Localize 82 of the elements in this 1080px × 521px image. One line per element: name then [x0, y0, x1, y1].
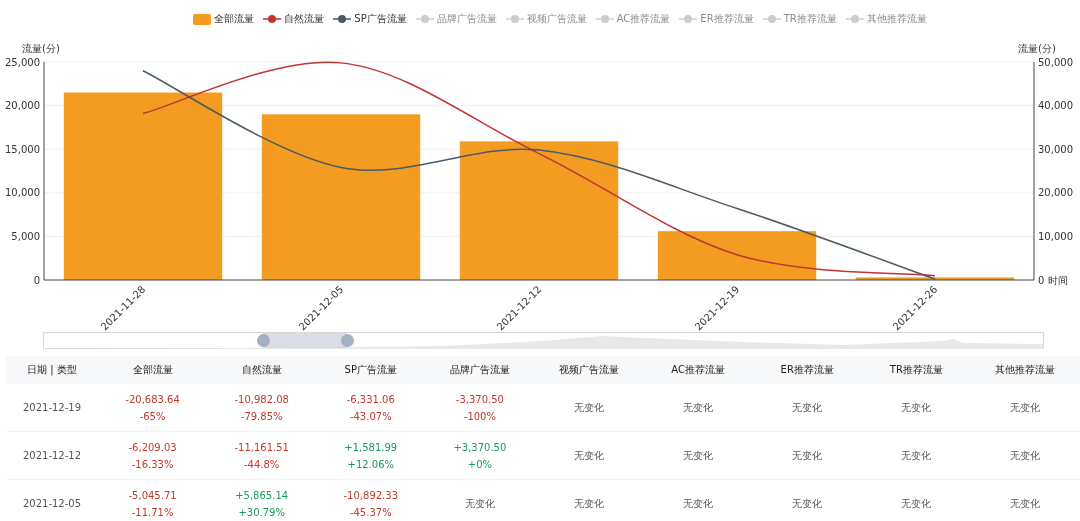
column-header: SP广告流量: [343, 363, 398, 377]
change-percent: -100%: [463, 410, 496, 422]
change-percent: +30.79%: [238, 506, 285, 518]
change-value: -10,982.08: [234, 393, 289, 405]
table-cell: 2021-12-05: [22, 498, 82, 509]
change-value: -3,370.50: [455, 393, 504, 405]
y-tick-label: 20,000: [5, 100, 40, 112]
y-tick-label: 20,000: [1038, 187, 1073, 199]
column-header: 品牌广告流量: [448, 363, 511, 377]
column-header: 自然流量: [240, 363, 283, 377]
change-value: -10,892.33: [343, 489, 399, 501]
table-cell: 无变化: [901, 448, 932, 463]
change-value: +3,370.50: [453, 441, 507, 453]
y-tick-label: 40,000: [1038, 100, 1073, 112]
table-cell: 无变化: [901, 400, 932, 415]
change-percent: -43.07%: [349, 410, 392, 422]
column-header: 其他推荐流量: [994, 363, 1057, 377]
y-tick-label: 25,000: [5, 56, 40, 68]
axis-title: 流量(分): [1018, 43, 1056, 54]
table-cell: 无变化: [574, 448, 604, 463]
y-tick-label: 0: [33, 274, 40, 286]
table-cell: 无变化: [1010, 496, 1041, 511]
change-value: +5,865.14: [235, 489, 289, 501]
change-percent: +12.06%: [347, 458, 395, 470]
legend-item[interactable]: AC推荐流量: [595, 12, 671, 26]
table-cell: 无变化: [792, 400, 823, 415]
change-percent: -79.85%: [240, 410, 283, 422]
table-cell: 无变化: [464, 496, 495, 511]
y-tick-label: 0: [1038, 274, 1045, 286]
legend-item[interactable]: TR推荐流量: [762, 12, 837, 26]
y-tick-label: 50,000: [1038, 56, 1073, 68]
axis-title: 时间: [1048, 274, 1068, 286]
table-cell: 2021-12-19: [22, 402, 82, 413]
table-cell: 无变化: [574, 400, 604, 415]
change-value: -5,045.71: [128, 489, 177, 501]
legend-item[interactable]: SP广告流量: [333, 12, 407, 26]
legend-item[interactable]: ER推荐流量: [679, 12, 754, 26]
change-percent: +0%: [467, 458, 492, 470]
y-tick-label: 5,000: [11, 230, 40, 242]
zoom-slider[interactable]: [43, 332, 1044, 350]
change-value: -6,209.03: [128, 441, 177, 453]
y-tick-label: 15,000: [5, 143, 40, 155]
legend-line-icon: [679, 14, 698, 24]
table-cell: 无变化: [792, 448, 823, 463]
legend-line-icon: [845, 14, 864, 24]
column-header: AC推荐流量: [670, 363, 726, 377]
table-cell: 无变化: [683, 496, 714, 511]
legend-item[interactable]: 视频广告流量: [505, 12, 587, 26]
change-percent: -16.33%: [131, 458, 174, 470]
change-value: -11,161.51: [234, 441, 289, 453]
table-cell: 2021-12-12: [22, 450, 82, 461]
legend-item[interactable]: 全部流量: [193, 12, 255, 26]
change-percent: -11.71%: [131, 506, 174, 518]
change-value: -6,331.06: [346, 393, 395, 405]
column-header: 日期 | 类型: [26, 363, 78, 377]
legend-line-icon: [762, 14, 781, 24]
change-value: -20,683.64: [125, 393, 180, 405]
legend-line-icon: [505, 14, 524, 24]
y-tick-label: 10,000: [5, 187, 40, 199]
table-cell: 无变化: [792, 496, 823, 511]
legend-line-icon: [415, 14, 434, 24]
table-cell: 无变化: [574, 496, 604, 511]
legend-item[interactable]: 其他推荐流量: [845, 12, 927, 26]
column-header: TR推荐流量: [888, 363, 944, 377]
legend-line-icon: [595, 14, 614, 24]
legend-item[interactable]: 自然流量: [263, 12, 325, 26]
axis-title: 流量(分): [22, 43, 60, 54]
table-cell: 无变化: [1010, 448, 1041, 463]
change-value: +1,581.99: [344, 441, 398, 453]
y-tick-label: 30,000: [1038, 143, 1073, 155]
table-cell: 无变化: [683, 448, 714, 463]
column-header: 视频广告流量: [558, 363, 620, 377]
column-header: ER推荐流量: [779, 363, 835, 377]
change-percent: -65%: [139, 410, 166, 422]
table-cell: 无变化: [901, 496, 932, 511]
legend-item[interactable]: 品牌广告流量: [415, 12, 497, 26]
change-percent: -45.37%: [349, 506, 392, 518]
table-cell: 无变化: [683, 400, 714, 415]
change-percent: -44.8%: [243, 458, 280, 470]
table-cell: 无变化: [1010, 400, 1041, 415]
column-header: 全部流量: [131, 363, 174, 377]
y-tick-label: 10,000: [1038, 230, 1073, 242]
